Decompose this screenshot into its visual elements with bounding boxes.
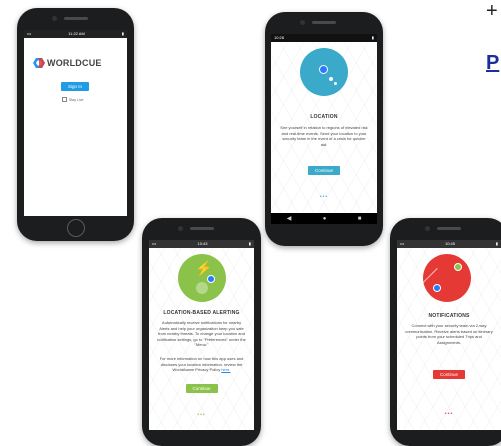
worldcue-logo-icon xyxy=(33,58,45,68)
notifications-continue-button[interactable]: Continue xyxy=(433,370,465,379)
status-bar: ••• 10:45 ▮ xyxy=(397,240,501,248)
map-dot-icon xyxy=(433,284,441,292)
status-bar: ••• 11:22 AM ▮ xyxy=(24,30,127,38)
location-illustration xyxy=(300,48,348,96)
battery-icon: ▮ xyxy=(371,35,374,40)
pulse-dot-icon xyxy=(196,282,208,294)
map-dot-icon xyxy=(319,65,328,74)
location-description: See yourself in relation to regions of e… xyxy=(280,125,368,147)
battery-icon: ▮ xyxy=(121,31,124,36)
notifications-illustration xyxy=(420,254,471,302)
recents-icon[interactable]: ■ xyxy=(358,216,362,222)
status-time: 10:28 xyxy=(274,35,285,40)
battery-icon: ▮ xyxy=(495,241,498,246)
status-carrier: ••• xyxy=(27,31,32,36)
status-time: 11:22 AM xyxy=(68,31,85,36)
signin-screen: ••• 11:22 AM ▮ WORLDCUE Sign In Stay Liv… xyxy=(24,30,127,216)
logo-text: WORLDCUE xyxy=(47,58,102,68)
home-button[interactable] xyxy=(66,219,85,237)
map-dot-icon xyxy=(207,275,215,283)
camera xyxy=(51,16,57,21)
alerting-illustration: ⚡ xyxy=(178,254,226,302)
link-letter[interactable]: P xyxy=(486,52,499,75)
alerting-description: Automatically receive notifications for … xyxy=(157,320,246,347)
notifications-title: NOTIFICATIONS xyxy=(428,313,470,319)
back-icon[interactable]: ◀ xyxy=(287,215,292,222)
speaker xyxy=(189,227,214,230)
status-time: 10:45 xyxy=(444,241,455,246)
phone-signin: ••• 11:22 AM ▮ WORLDCUE Sign In Stay Liv… xyxy=(17,8,134,241)
stay-live-label: Stay Live xyxy=(69,97,84,102)
map-dot-icon xyxy=(454,263,462,271)
camera xyxy=(300,20,305,25)
alerting-privacy-text: For more information on how this app use… xyxy=(157,356,246,373)
status-bar: 10:28 ▮ xyxy=(271,34,377,42)
stay-live-checkbox[interactable]: Stay Live xyxy=(62,97,83,102)
status-carrier: ••• xyxy=(152,241,157,246)
pager-dots: ••• xyxy=(319,194,329,200)
logo: WORLDCUE xyxy=(33,58,102,68)
alerting-title: LOCATION-BASED ALERTING xyxy=(163,310,240,316)
pager-dots: ••• xyxy=(444,411,454,417)
map-dot-icon xyxy=(329,77,333,81)
camera xyxy=(177,226,183,231)
notifications-screen: ••• 10:45 ▮ NOTIFICATIONS Connect with y… xyxy=(397,240,501,430)
phone-notifications: ••• 10:45 ▮ NOTIFICATIONS Connect with y… xyxy=(390,218,501,446)
alerting-screen: ••• 10:43 ▮ ⚡ LOCATION-BASED ALERTING Au… xyxy=(149,240,254,430)
phone-location: 10:28 ▮ LOCATION See yourself in relatio… xyxy=(265,12,383,246)
location-continue-button[interactable]: Continue xyxy=(308,166,340,175)
sign-in-button[interactable]: Sign In xyxy=(61,82,89,91)
alerting-continue-button[interactable]: Continue xyxy=(185,384,218,393)
location-title: LOCATION xyxy=(310,114,338,120)
checkbox-icon[interactable] xyxy=(62,97,67,102)
home-circle-icon[interactable]: ● xyxy=(323,216,327,222)
battery-icon: ▮ xyxy=(248,241,251,246)
status-carrier: ••• xyxy=(400,241,405,246)
pager-dots: ••• xyxy=(197,412,206,418)
location-screen: 10:28 ▮ LOCATION See yourself in relatio… xyxy=(271,34,377,224)
plus-glyph: + xyxy=(486,0,498,22)
phone-alerting: ••• 10:43 ▮ ⚡ LOCATION-BASED ALERTING Au… xyxy=(142,218,261,446)
map-dot-icon xyxy=(334,82,337,85)
privacy-text: For more information on how this app use… xyxy=(159,356,244,372)
privacy-policy-link[interactable]: here. xyxy=(221,367,230,372)
speaker xyxy=(312,21,336,24)
status-time: 10:43 xyxy=(197,241,208,246)
speaker xyxy=(63,17,88,20)
camera xyxy=(425,226,430,231)
android-navbar: ◀ ● ■ xyxy=(271,213,377,224)
speaker xyxy=(437,227,461,230)
notifications-description: Connect with your security team via 2-wa… xyxy=(405,323,493,345)
status-bar: ••• 10:43 ▮ xyxy=(149,240,254,248)
